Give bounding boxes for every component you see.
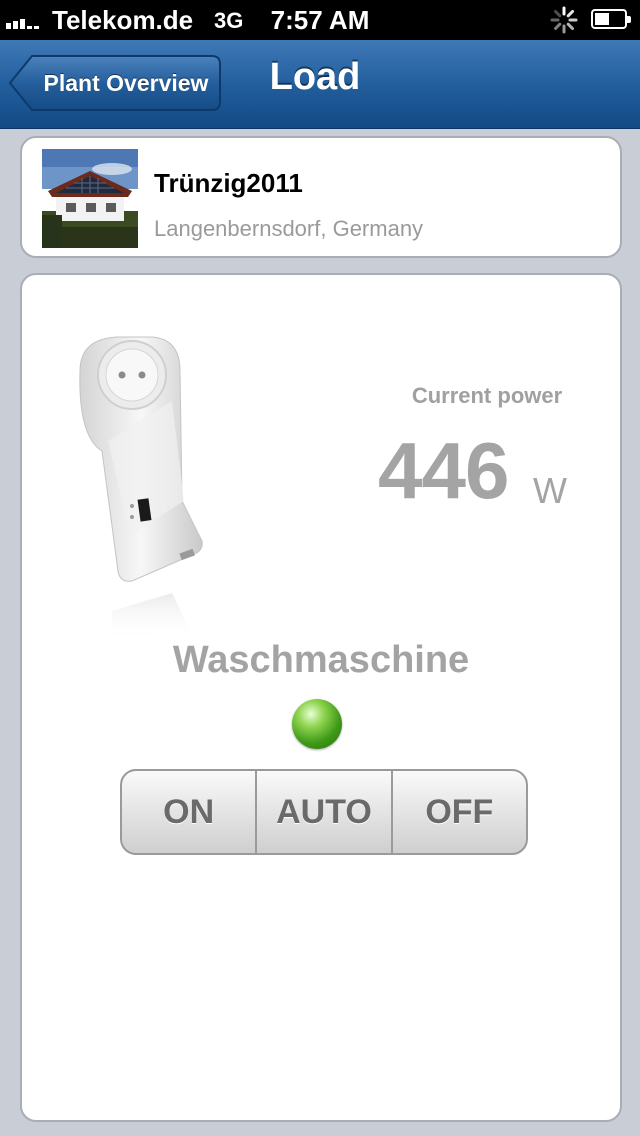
plant-card[interactable]: Trünzig2011 Langenbernsdorf, Germany	[20, 136, 622, 258]
plant-location: Langenbernsdorf, Germany	[154, 216, 424, 241]
status-indicator-icon	[292, 699, 342, 749]
battery-icon	[591, 9, 631, 29]
activity-spinner-icon	[550, 6, 578, 34]
mode-on-button[interactable]: ON	[122, 771, 255, 853]
mode-off-button[interactable]: OFF	[390, 771, 526, 853]
status-bar: Telekom.de 3G 7:57 AM	[0, 0, 640, 40]
current-power-label: Current power	[411, 383, 563, 408]
back-button[interactable]: Plant Overview	[8, 54, 222, 112]
current-power-value: 446	[378, 426, 509, 515]
network-type: 3G	[214, 8, 244, 33]
navigation-bar: Plant Overview Load	[0, 40, 640, 129]
back-button-label: Plant Overview	[43, 70, 209, 96]
device-name: Waschmaschine	[172, 639, 470, 681]
mode-selector: ON AUTO OFF	[120, 769, 528, 855]
load-card: Current power 446 W Waschmaschine ON AUT…	[20, 273, 622, 1122]
smart-plug-icon	[79, 336, 203, 641]
plant-name: Trünzig2011	[154, 168, 303, 198]
page-title: Load	[269, 56, 361, 98]
plant-thumbnail	[42, 149, 138, 248]
current-power-unit: W	[533, 470, 567, 511]
mode-auto-button[interactable]: AUTO	[255, 771, 390, 853]
carrier-name: Telekom.de	[52, 5, 194, 35]
